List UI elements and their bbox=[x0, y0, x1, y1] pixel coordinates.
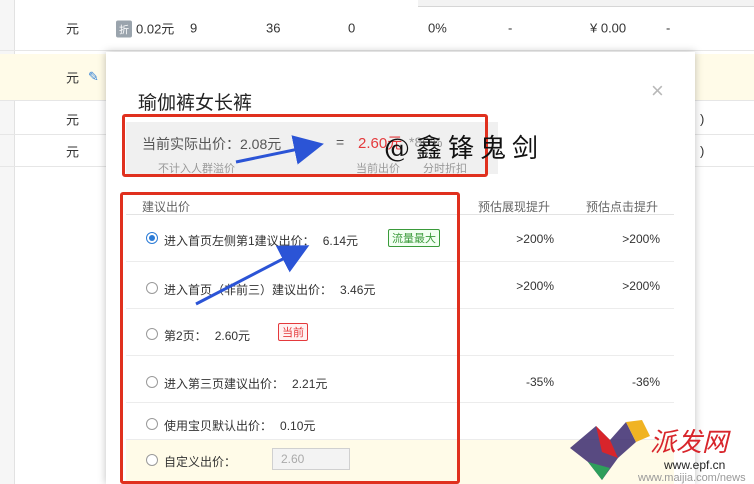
impression-lift: >200% bbox=[516, 279, 554, 293]
impression-lift: -35% bbox=[525, 375, 554, 389]
pencil-icon[interactable]: ✎ bbox=[88, 69, 99, 85]
cell-value: 0% bbox=[428, 20, 447, 36]
cell-value: 9 bbox=[190, 20, 198, 36]
option-label: 第2页： 2.60元 bbox=[164, 329, 251, 343]
cell-value: 0 bbox=[348, 20, 356, 36]
logo-url: www.epf.cn bbox=[664, 458, 726, 472]
click-lift: >200% bbox=[622, 279, 660, 293]
discount-tag: 折 bbox=[116, 20, 132, 38]
logo-name: 派发网 bbox=[650, 428, 729, 458]
cell-unit: 元 bbox=[66, 112, 80, 128]
option-price: 3.46元 bbox=[340, 283, 376, 297]
author-watermark: @鑫锋鬼剑 bbox=[384, 134, 545, 164]
cell-value: - bbox=[508, 20, 513, 36]
cell-value: 36 bbox=[266, 20, 281, 36]
option-label: 进入首页左侧第1建议出价： 6.14元 bbox=[164, 234, 359, 248]
cell-unit: 元 bbox=[66, 144, 80, 160]
option-price: 0.10元 bbox=[280, 419, 316, 433]
option-price: 2.21元 bbox=[292, 377, 328, 391]
impression-header: 预估展现提升 bbox=[478, 200, 551, 214]
cell-unit: 元 bbox=[66, 70, 80, 86]
radio-button[interactable] bbox=[146, 282, 158, 294]
custom-bid-input[interactable]: 2.60 bbox=[272, 448, 350, 470]
table-row: 元 折 0.02元 9 36 0 0% - ¥ 0.00 - bbox=[0, 6, 754, 51]
actual-price-label: 当前实际出价：2.08元 bbox=[142, 136, 282, 152]
cell-unit: 元 bbox=[66, 21, 80, 37]
radio-button[interactable] bbox=[146, 376, 158, 388]
cell-value: ) bbox=[700, 111, 705, 127]
bid-option-row[interactable]: 进入首页左侧第1建议出价： 6.14元 流量最大 >200% >200% bbox=[126, 215, 674, 262]
cell-value: - bbox=[666, 20, 671, 36]
logo-url-secondary: www.maijia.com/news bbox=[638, 472, 746, 484]
radio-button[interactable] bbox=[146, 454, 158, 466]
option-label: 自定义出价： bbox=[164, 455, 237, 469]
impression-lift: >200% bbox=[516, 232, 554, 246]
radio-button[interactable] bbox=[146, 328, 158, 340]
option-price: 2.60元 bbox=[214, 329, 251, 343]
click-lift: >200% bbox=[622, 232, 660, 246]
option-label: 进入第三页建议出价： 2.21元 bbox=[164, 377, 328, 391]
option-label: 进入首页（非前三）建议出价： 3.46元 bbox=[164, 283, 376, 297]
cell-bid: 折 0.02元 bbox=[116, 19, 174, 38]
click-header: 预估点击提升 bbox=[586, 200, 659, 214]
traffic-badge: 流量最大 bbox=[388, 229, 440, 247]
cell-value: ) bbox=[700, 143, 705, 159]
close-icon[interactable]: × bbox=[651, 78, 664, 104]
radio-button[interactable] bbox=[146, 418, 158, 430]
bid-option-row[interactable]: 进入第三页建议出价： 2.21元 -35% -36% bbox=[126, 356, 674, 403]
suggest-bid-header: 建议出价 bbox=[142, 200, 191, 214]
excluded-note: 不计入人群溢价 bbox=[158, 163, 235, 175]
modal-title: 瑜伽裤女长裤 bbox=[138, 93, 253, 114]
equals-sign: = bbox=[336, 134, 345, 150]
current-badge: 当前 bbox=[278, 323, 308, 341]
option-price: 6.14元 bbox=[322, 234, 359, 248]
site-logo: 派发网 www.epf.cn www.maijia.com/news bbox=[566, 418, 754, 484]
option-label: 使用宝贝默认出价： 0.10元 bbox=[164, 419, 316, 433]
bid-option-row[interactable]: 进入首页（非前三）建议出价： 3.46元 >200% >200% bbox=[126, 262, 674, 309]
bid-option-row[interactable]: 第2页： 2.60元 当前 bbox=[126, 309, 674, 356]
cell-value: ¥ 0.00 bbox=[590, 20, 627, 36]
click-lift: -36% bbox=[631, 375, 660, 389]
radio-button[interactable] bbox=[146, 232, 158, 244]
actual-price-value: 2.08元 bbox=[240, 136, 282, 152]
